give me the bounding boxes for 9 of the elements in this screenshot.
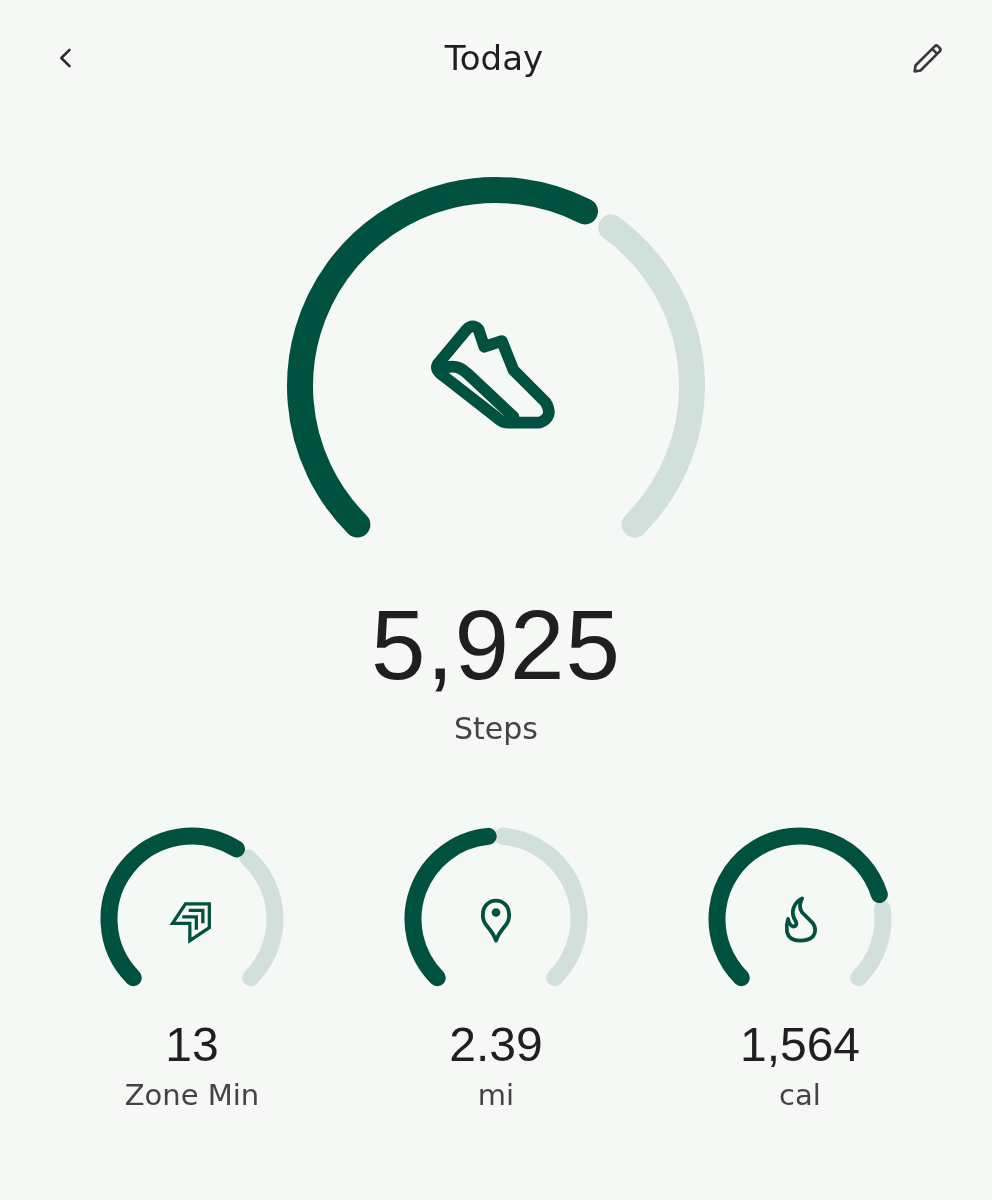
metric-value: 13 <box>165 1018 219 1072</box>
metric-value: 1,564 <box>739 1018 861 1072</box>
steps-label: Steps <box>454 710 538 746</box>
metric-value: 2.39 <box>449 1018 543 1072</box>
screen-title: Today <box>444 38 544 78</box>
steps-value: 5,925 <box>370 594 622 697</box>
metric-label: cal <box>779 1077 821 1112</box>
metric-label: mi <box>477 1077 515 1112</box>
metric-label: Zone Min <box>124 1077 260 1112</box>
